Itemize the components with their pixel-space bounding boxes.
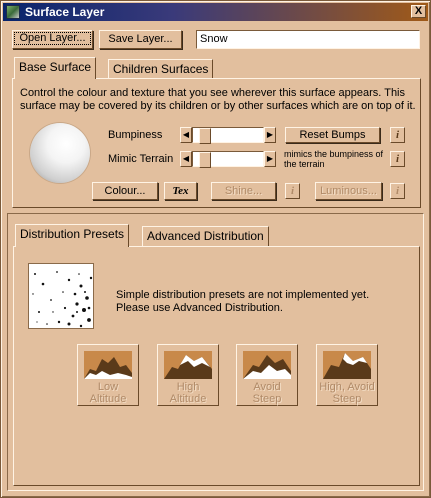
presets-message-line2: Please use Advanced Distribution. [116,302,283,314]
preset-high-avoid-steep-line2: Steep [332,393,362,405]
preset-low-altitude-line2: Altitude [89,393,127,405]
title-bar[interactable]: Surface Layer X [3,3,428,21]
low-altitude-terrain-icon [84,351,132,379]
preset-high-altitude-line1: High [176,381,200,393]
tab-base-surface[interactable]: Base Surface [14,57,97,79]
shine-button: Shine... [211,182,276,200]
preset-avoid-steep-button: Avoid Steep [236,344,298,406]
bumpiness-left-arrow-icon[interactable]: ◀ [180,127,192,143]
bumpiness-thumb[interactable] [199,128,211,144]
tab-distribution-presets[interactable]: Distribution Presets [15,224,130,247]
colour-button[interactable]: Colour... [92,182,158,200]
tab-base-surface-label: Base Surface [19,60,92,74]
reset-bumps-button[interactable]: Reset Bumps [285,127,380,143]
save-layer-button[interactable]: Save Layer... [99,30,182,49]
mimic-track[interactable] [192,151,264,168]
presets-message-line1: Simple distribution presets are not impl… [116,289,370,301]
preset-high-avoid-steep-line1: High, Avoid [319,381,375,393]
mimic-terrain-label: Mimic Terrain [108,153,174,165]
tab-distribution-presets-label: Distribution Presets [20,227,125,241]
layer-name-input[interactable]: Snow [196,30,420,49]
luminous-button: Luminous... [315,182,382,200]
mimic-terrain-hint: mimics the bumpiness of the terrain [284,149,384,169]
open-layer-label: Open Layer... [14,32,91,45]
high-altitude-terrain-icon [164,351,212,379]
window-title: Surface Layer [25,5,105,19]
distribution-preview-image [28,263,94,329]
avoid-steep-terrain-icon [243,351,291,379]
surface-layer-window: Surface Layer X Open Layer... Save Layer… [0,0,431,498]
preset-high-altitude-line2: Altitude [169,393,207,405]
preset-avoid-steep-line2: Steep [252,393,282,405]
bumpiness-info-icon[interactable]: i [390,127,405,143]
preset-high-avoid-steep-button: High, Avoid Steep [316,344,378,406]
mimic-terrain-slider[interactable]: ◀ ▶ [180,151,276,168]
bumpiness-right-arrow-icon[interactable]: ▶ [264,127,276,143]
mimic-right-arrow-icon[interactable]: ▶ [264,151,276,167]
luminous-info-icon: i [390,183,405,199]
mimic-terrain-info-icon[interactable]: i [390,151,405,167]
bumpiness-label: Bumpiness [108,129,163,141]
bumpiness-track[interactable] [192,127,264,144]
terrain-app-icon [6,5,20,19]
high-avoid-steep-terrain-icon [323,351,371,379]
open-layer-button[interactable]: Open Layer... [12,30,93,49]
mimic-thumb[interactable] [199,152,211,168]
preset-avoid-steep-line1: Avoid [253,381,281,393]
preset-low-altitude-line1: Low [97,381,119,393]
mimic-left-arrow-icon[interactable]: ◀ [180,151,192,167]
close-button[interactable]: X [411,5,426,18]
tab-children-surfaces-label: Children Surfaces [113,62,209,76]
distribution-noise-graphic [32,271,93,328]
tab-advanced-distribution[interactable]: Advanced Distribution [142,226,269,246]
shine-info-icon: i [285,183,300,199]
tab-children-surfaces[interactable]: Children Surfaces [108,59,214,78]
texture-button[interactable]: Tex [164,182,197,200]
preset-high-altitude-button: High Altitude [157,344,219,406]
bumpiness-slider[interactable]: ◀ ▶ [180,127,276,144]
tab-advanced-distribution-label: Advanced Distribution [147,229,264,243]
base-surface-description: Control the colour and texture that you … [20,87,416,112]
preset-low-altitude-button: Low Altitude [77,344,139,406]
surface-preview-sphere[interactable] [30,123,90,183]
